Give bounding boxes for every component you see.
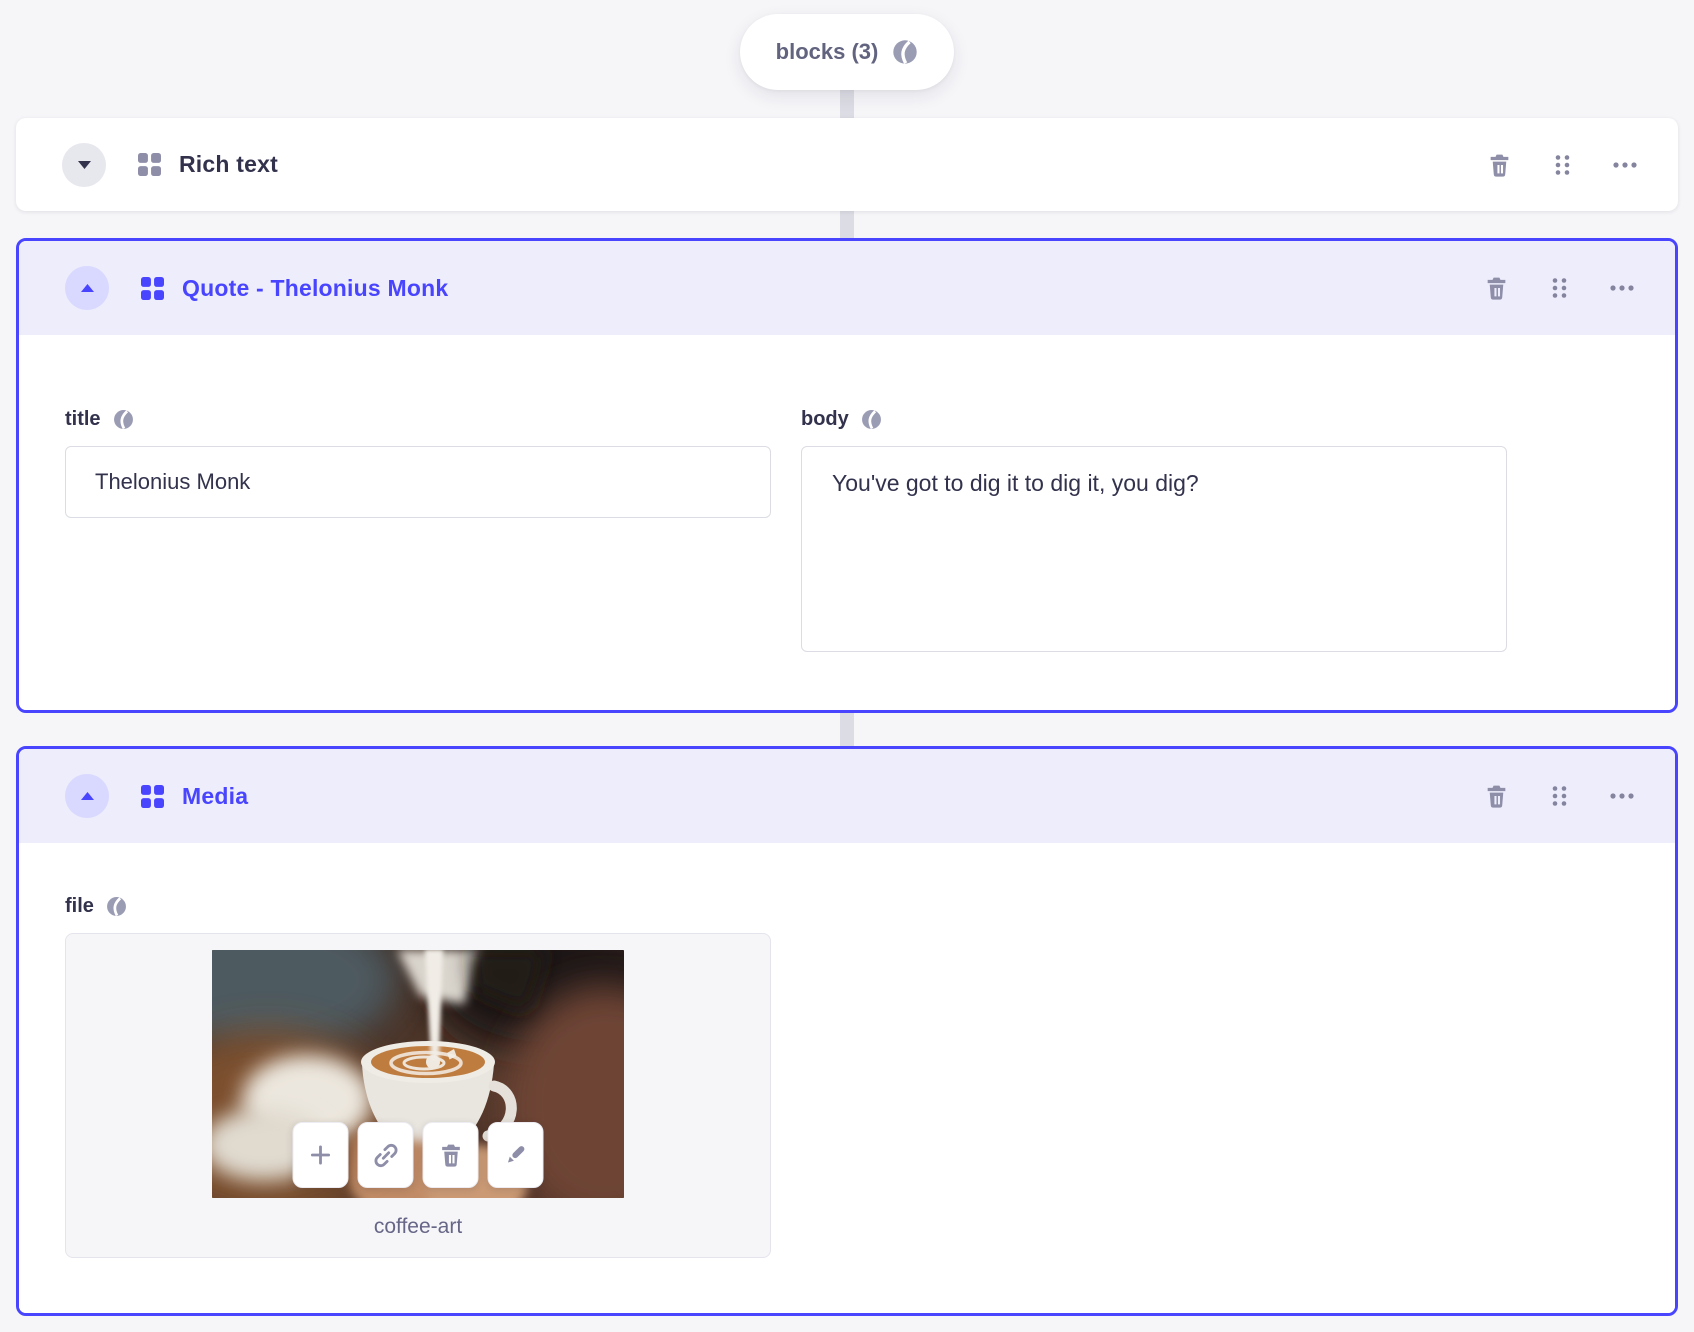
delete-media-button[interactable] — [422, 1122, 479, 1188]
block-header-media[interactable]: Media — [19, 749, 1675, 843]
field-label: title — [65, 408, 101, 430]
copy-link-button[interactable] — [357, 1122, 414, 1188]
globe-icon — [112, 409, 134, 430]
trash-icon — [441, 1144, 460, 1167]
quote-block-content: title body You've got to dig it to dig i… — [19, 335, 1675, 710]
array-count-label: blocks (3) — [775, 39, 879, 64]
ellipsis-icon — [1610, 793, 1634, 799]
array-count-pill: blocks (3) — [739, 14, 955, 90]
block-header-rich-text[interactable]: Rich text — [16, 118, 1678, 211]
media-filename: coffee-art — [373, 1215, 463, 1238]
edit-media-button[interactable] — [487, 1122, 544, 1188]
title-field: title — [65, 408, 771, 657]
globe-icon — [860, 409, 882, 430]
trash-icon — [1487, 277, 1505, 300]
drag-handle[interactable] — [1544, 781, 1574, 811]
chevron-down-icon — [77, 160, 91, 169]
pencil-icon — [507, 1146, 525, 1163]
delete-block-button[interactable] — [1481, 781, 1511, 811]
block-quote: Quote - Thelonius Monk title Thelonius M… — [16, 238, 1678, 713]
ellipsis-icon — [1610, 285, 1634, 291]
blocks-grid-icon — [141, 276, 164, 300]
title-input[interactable] — [65, 446, 771, 518]
chevron-up-icon — [80, 284, 94, 292]
trash-icon — [1490, 154, 1508, 177]
chevron-up-icon — [80, 792, 94, 800]
collapse-toggle-button[interactable] — [65, 774, 109, 818]
collapse-toggle-button[interactable] — [65, 266, 109, 310]
block-title: Rich text — [179, 151, 278, 177]
more-options-button[interactable] — [1607, 273, 1637, 303]
delete-block-button[interactable] — [1481, 273, 1511, 303]
drag-handle-icon — [1552, 786, 1566, 806]
add-media-button[interactable] — [292, 1122, 349, 1188]
blocks-grid-icon — [138, 153, 161, 176]
drag-handle[interactable] — [1544, 273, 1574, 303]
block-title: Media — [182, 782, 249, 809]
field-label: file — [65, 895, 94, 917]
blocks-array-field: blocks (3) Rich text Quote - Thelonius M… — [0, 14, 1694, 1316]
globe-icon — [105, 896, 127, 917]
media-toolbar — [292, 1122, 544, 1188]
block-header-quote[interactable]: Quote - Thelonius Monk — [19, 241, 1675, 335]
plus-icon — [310, 1145, 331, 1165]
ellipsis-icon — [1613, 161, 1637, 168]
link-icon — [374, 1143, 397, 1167]
drag-handle[interactable] — [1547, 150, 1577, 180]
globe-icon — [892, 39, 919, 65]
body-textarea[interactable]: You've got to dig it to dig it, you dig? — [801, 446, 1507, 652]
blocks-grid-icon — [141, 784, 164, 808]
media-block-content: file coffee-art — [19, 843, 1675, 1313]
field-label: body — [801, 408, 849, 430]
body-field: body You've got to dig it to dig it, you… — [801, 408, 1507, 657]
more-options-button[interactable] — [1610, 150, 1640, 180]
more-options-button[interactable] — [1607, 781, 1637, 811]
drag-handle-icon — [1555, 154, 1569, 175]
block-title: Quote - Thelonius Monk — [182, 274, 449, 301]
trash-icon — [1487, 785, 1505, 808]
block-rich-text: Rich text — [16, 118, 1678, 211]
drag-handle-icon — [1552, 278, 1566, 298]
expand-toggle-button[interactable] — [62, 142, 106, 187]
file-field: file coffee-art — [65, 895, 771, 1258]
delete-block-button[interactable] — [1484, 150, 1514, 180]
block-media: Media file coffee-art — [16, 746, 1678, 1316]
file-dropzone[interactable]: coffee-art — [65, 933, 771, 1258]
